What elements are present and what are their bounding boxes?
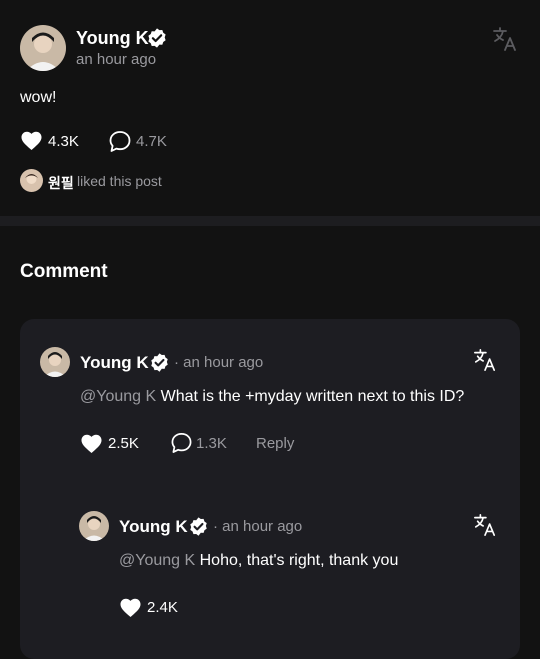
like-button[interactable]: [20, 130, 43, 156]
post-author-name[interactable]: Young K: [76, 28, 149, 49]
comment-text: What is the +myday written next to this …: [160, 388, 465, 405]
translate-icon[interactable]: [473, 513, 497, 537]
verified-badge-icon: [146, 27, 168, 54]
comment-author-avatar[interactable]: [40, 347, 70, 377]
comment-mention[interactable]: @Young K: [80, 388, 156, 405]
comment-like-count: 2.5K: [108, 435, 139, 452]
comment-like-button[interactable]: [80, 433, 103, 459]
reply-like-button[interactable]: [119, 597, 142, 623]
comment-time: · an hour ago: [174, 354, 264, 371]
liked-this-post-text: liked this post: [77, 173, 162, 189]
verified-badge-icon: [188, 516, 209, 542]
reply-mention[interactable]: @Young K: [119, 552, 195, 569]
post-comment-count: 4.7K: [136, 133, 167, 150]
post-like-count: 4.3K: [48, 133, 79, 150]
translate-icon[interactable]: [473, 348, 497, 372]
reply-button[interactable]: Reply: [256, 435, 294, 452]
post-text: wow!: [20, 89, 57, 106]
comment-reply-count: 1.3K: [196, 435, 227, 452]
reply-author-avatar[interactable]: [79, 511, 109, 541]
reply-bubble-icon[interactable]: [170, 432, 193, 459]
translate-icon[interactable]: [492, 26, 518, 52]
reply-body: @Young K Hoho, that's right, thank you: [119, 552, 398, 570]
reply-author-name[interactable]: Young K: [119, 517, 188, 537]
reply-text: Hoho, that's right, thank you: [199, 552, 399, 569]
liker-avatar[interactable]: [20, 169, 43, 192]
verified-badge-icon: [149, 352, 170, 378]
comment-section-title: Comment: [20, 261, 108, 282]
comment-body: @Young K What is the +myday written next…: [80, 388, 464, 406]
section-divider: [0, 216, 540, 226]
comment-author-name[interactable]: Young K: [80, 353, 149, 373]
comment-bubble-icon[interactable]: [108, 130, 132, 158]
post-author-avatar[interactable]: [20, 25, 66, 71]
liker-name[interactable]: 원필: [48, 173, 74, 193]
post-time: an hour ago: [76, 51, 157, 68]
reply-time: · an hour ago: [213, 518, 303, 535]
reply-like-count: 2.4K: [147, 599, 178, 616]
